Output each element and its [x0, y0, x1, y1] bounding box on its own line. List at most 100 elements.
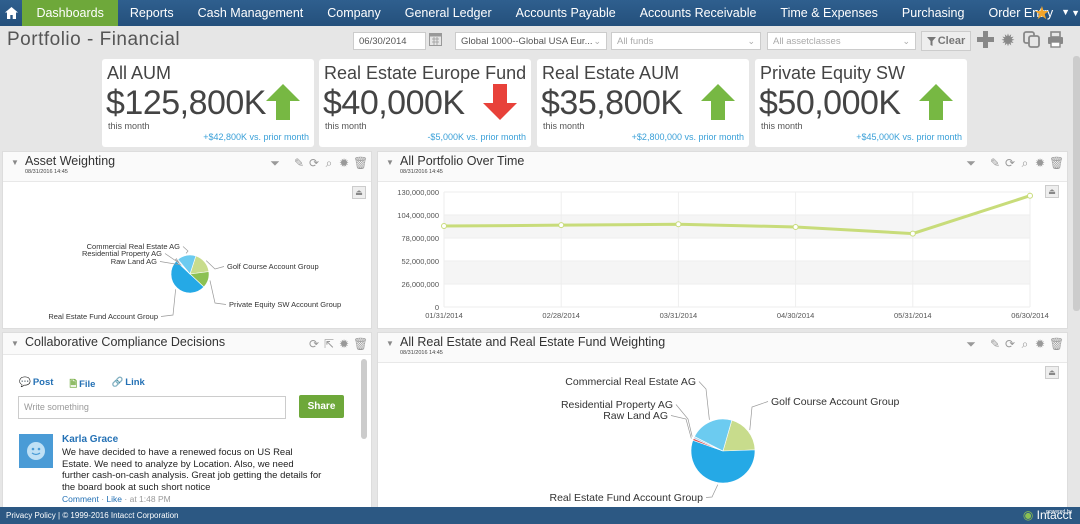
pie-leader-line [160, 289, 176, 317]
top-navigation: Dashboards Reports Cash Management Compa… [0, 0, 1080, 26]
zoom-search-icon[interactable]: ⌕ [1019, 337, 1031, 352]
filter-icon[interactable]: ⏷ [965, 337, 977, 352]
comment-link[interactable]: Comment [62, 494, 99, 504]
kpi-all-aum[interactable]: All AUM $125,800K this month +$42,800K v… [102, 59, 314, 147]
print-icon[interactable] [1045, 31, 1065, 53]
refresh-icon[interactable]: ⟳ [308, 156, 320, 171]
pie-label: Residential Property AG [561, 399, 673, 411]
assetclasses-select[interactable]: All assetclasses ⌄ [767, 32, 916, 50]
kpi-private-equity-sw[interactable]: Private Equity SW $50,000K this month +$… [755, 59, 967, 147]
pie-label: Real Estate Fund Account Group [48, 312, 158, 321]
date-input[interactable]: 06/30/2014 [353, 32, 426, 50]
post-input[interactable]: Write something [18, 396, 286, 419]
settings-gear-icon[interactable]: ✹ [1034, 337, 1046, 352]
edit-pencil-icon[interactable]: ✎ [989, 156, 1001, 171]
kpi-change: -$5,000K vs. prior month [427, 132, 526, 142]
x-tick-label: 04/30/2014 [777, 311, 815, 320]
data-point[interactable] [441, 223, 447, 230]
nav-purchasing[interactable]: Purchasing [890, 0, 977, 26]
home-icon [4, 7, 18, 19]
nav-dashboards[interactable]: Dashboards [22, 0, 118, 26]
collapse-icon[interactable]: ▼ [386, 339, 394, 348]
kpi-period: this month [325, 121, 367, 131]
zoom-search-icon[interactable]: ⌕ [1019, 156, 1031, 171]
data-point[interactable] [792, 223, 799, 230]
home-button[interactable] [0, 0, 22, 26]
tab-file[interactable]: 🗎 File [69, 377, 95, 393]
page-header: Portfolio - Financial 06/30/2014 Global … [0, 26, 1080, 54]
kpi-value: $35,800K [541, 84, 683, 122]
nav-time-expenses[interactable]: Time & Expenses [768, 0, 890, 26]
x-tick-label: 01/31/2014 [425, 311, 463, 320]
nav-company[interactable]: Company [315, 0, 393, 26]
collapse-icon[interactable]: ▼ [11, 339, 19, 348]
delete-trash-icon[interactable]: 🗑 [1049, 337, 1064, 352]
post-author[interactable]: Karla Grace [62, 434, 118, 445]
footer-text[interactable]: Privacy Policy | © 1999-2016 Intacct Cor… [6, 511, 179, 520]
kpi-period: this month [543, 121, 585, 131]
intacct-logo-icon: ◉ [1022, 508, 1034, 522]
collapse-icon[interactable]: ▼ [11, 158, 19, 167]
like-link[interactable]: Like [106, 494, 122, 504]
chevron-down-icon: ⌄ [593, 36, 601, 46]
favorites-star-icon[interactable]: ★ [1034, 3, 1050, 24]
funds-select[interactable]: All funds ⌄ [611, 32, 761, 50]
edit-pencil-icon[interactable]: ✎ [989, 337, 1001, 352]
kpi-real-estate-europe-fund[interactable]: Real Estate Europe Fund $40,000K this mo… [319, 59, 531, 147]
settings-gear-icon[interactable]: ✹ [1034, 156, 1046, 171]
nav-order-entry[interactable]: Order Entry [976, 0, 1065, 26]
nav-general-ledger[interactable]: General Ledger [393, 0, 504, 26]
settings-gear-icon[interactable]: ✹ [998, 31, 1018, 51]
edit-pencil-icon[interactable]: ✎ [293, 156, 305, 171]
clear-filters-button[interactable]: Clear [921, 31, 971, 51]
kpi-value: $40,000K [323, 84, 465, 122]
nav-more-chevron-icon[interactable]: ▼ [1071, 8, 1080, 18]
nav-accounts-receivable[interactable]: Accounts Receivable [628, 0, 769, 26]
pie-leader-line [164, 253, 180, 264]
settings-gear-icon[interactable]: ✹ [338, 156, 350, 171]
share-button[interactable]: Share [299, 395, 344, 418]
refresh-icon[interactable]: ⟳ [308, 337, 320, 351]
duplicate-icon[interactable] [1021, 31, 1041, 53]
collapse-icon[interactable]: ▼ [386, 158, 394, 167]
panel-header: ▼ All Portfolio Over Time 08/31/2016 14:… [378, 152, 1067, 182]
pie-label: Real Estate Fund Account Group [549, 492, 703, 504]
favorites-chevron-icon[interactable]: ▼ [1061, 7, 1070, 17]
data-point[interactable] [675, 221, 682, 228]
calendar-icon[interactable] [429, 32, 443, 47]
refresh-icon[interactable]: ⟳ [1004, 156, 1016, 171]
entity-select[interactable]: Global 1000--Global USA Eur... ⌄ [455, 32, 607, 50]
data-point[interactable] [558, 222, 565, 229]
add-icon[interactable] [975, 31, 995, 53]
pie-leader-line [209, 280, 227, 305]
filter-icon[interactable]: ⏷ [269, 156, 281, 171]
settings-gear-icon[interactable]: ✹ [338, 337, 350, 351]
kpi-label: Real Estate AUM [542, 63, 680, 83]
tab-link[interactable]: 🔗 Link [111, 377, 144, 393]
pie-label: Commercial Real Estate AG [87, 242, 181, 251]
pie-leader-line [749, 401, 769, 431]
nav-accounts-payable[interactable]: Accounts Payable [504, 0, 628, 26]
delete-trash-icon[interactable]: 🗑 [1049, 156, 1064, 171]
y-tick-label: 52,000,000 [401, 257, 439, 266]
nav-cash-management[interactable]: Cash Management [186, 0, 316, 26]
delete-trash-icon[interactable]: 🗑 [353, 156, 368, 171]
data-point[interactable] [1027, 192, 1033, 199]
arrow-up-icon [701, 84, 735, 120]
compliance-panel: ▼ Collaborative Compliance Decisions ⟳ ⇱… [2, 332, 372, 508]
panel-scrollbar[interactable] [361, 359, 367, 439]
data-point[interactable] [909, 230, 916, 237]
page-scrollbar[interactable] [1073, 56, 1080, 311]
delete-trash-icon[interactable]: 🗑 [353, 337, 368, 351]
kpi-value: $50,000K [759, 84, 901, 122]
re-weighting-panel: ▼ All Real Estate and Real Estate Fund W… [377, 332, 1068, 508]
refresh-icon[interactable]: ⟳ [1004, 337, 1016, 352]
kpi-change: +$42,800K vs. prior month [203, 132, 309, 142]
tab-post[interactable]: 💬 Post [19, 377, 53, 393]
nav-reports[interactable]: Reports [118, 0, 186, 26]
kpi-real-estate-aum[interactable]: Real Estate AUM $35,800K this month +$2,… [537, 59, 749, 147]
open-external-icon[interactable]: ⇱ [323, 337, 335, 351]
post-meta: Comment · Like · at 1:48 PM [62, 494, 171, 504]
zoom-search-icon[interactable]: ⌕ [323, 156, 335, 171]
filter-icon[interactable]: ⏷ [965, 156, 977, 171]
